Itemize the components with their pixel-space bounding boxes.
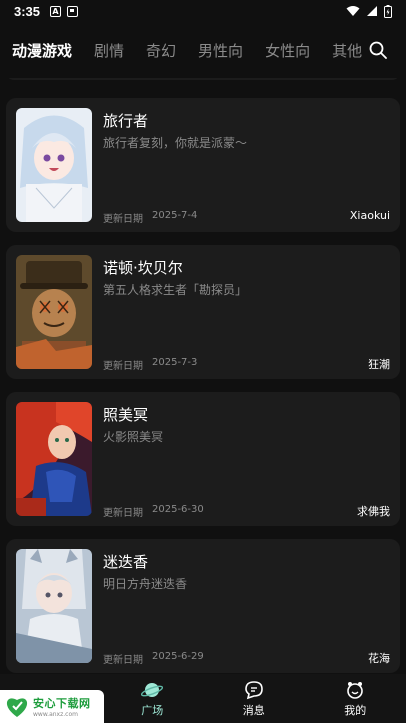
card-author: 狂潮 — [368, 358, 390, 371]
notification-box-icon — [67, 5, 79, 17]
card-title: 迷迭香 — [103, 553, 149, 571]
tab-anime-games[interactable]: 动漫游戏 — [12, 40, 72, 61]
card-author: 花海 — [368, 652, 390, 665]
card-date-label: 更新日期 — [103, 361, 143, 372]
planet-icon — [141, 682, 164, 697]
character-cover-image — [16, 255, 92, 369]
card-date-label: 更新日期 — [103, 508, 143, 519]
tab-story[interactable]: 剧情 — [94, 40, 124, 61]
card-author: 求佛我 — [357, 505, 390, 518]
wifi-icon — [346, 6, 360, 16]
character-list[interactable]: 旅行者 旅行者复刻，你就是派蒙～ 更新日期 2025-7-4 Xiaokui 诺… — [0, 78, 406, 674]
card-date: 2025-6-30 — [152, 504, 204, 515]
card-date-label: 更新日期 — [103, 214, 143, 225]
card-description: 明日方舟迷迭香 — [103, 577, 188, 591]
character-cover-image — [16, 402, 92, 516]
card-author: Xiaokui — [349, 209, 390, 222]
card-title: 旅行者 — [103, 112, 149, 130]
card-date: 2025-7-4 — [152, 210, 198, 221]
card-description: 旅行者复刻，你就是派蒙～ — [103, 136, 248, 150]
battery-icon — [384, 4, 392, 18]
search-icon[interactable] — [368, 40, 388, 60]
category-tabs: 动漫游戏 剧情 奇幻 男性向 女性向 其他 — [0, 28, 406, 72]
status-bar: 3:35 A — [0, 0, 406, 22]
card-date: 2025-7-3 — [152, 357, 198, 368]
card-date: 2025-6-29 — [152, 651, 204, 662]
signal-icon — [367, 6, 377, 16]
bottom-nav-label: 消息 — [242, 703, 265, 717]
tab-other[interactable]: 其他 — [332, 40, 362, 61]
watermark-text: 安心下载网 www.anxz.com — [33, 695, 91, 718]
character-card[interactable]: 照美冥 火影照美冥 更新日期 2025-6-30 求佛我 — [6, 392, 400, 526]
bottom-nav-label: 我的 — [344, 703, 367, 717]
character-card[interactable]: 迷迭香 明日方舟迷迭香 更新日期 2025-6-29 花海 — [6, 539, 400, 673]
notification-a-icon: A — [50, 5, 62, 17]
bottom-nav-plaza[interactable]: 广场 — [102, 674, 204, 723]
character-card[interactable]: 旅行者 旅行者复刻，你就是派蒙～ 更新日期 2025-7-4 Xiaokui — [6, 98, 400, 232]
card-description: 第五人格求生者「勘探员」 — [103, 283, 248, 297]
previous-card-edge — [6, 78, 400, 80]
card-description: 火影照美冥 — [103, 430, 164, 444]
bottom-nav-profile[interactable]: 我的 — [305, 674, 406, 723]
chat-icon — [244, 680, 263, 699]
character-cover-image — [16, 108, 92, 222]
character-cover-image — [16, 549, 92, 663]
watermark-title: 安心下载网 — [33, 697, 91, 710]
status-right — [346, 4, 392, 18]
card-title: 诺顿·坎贝尔 — [103, 259, 183, 277]
card-date-label: 更新日期 — [103, 655, 143, 666]
tab-female-oriented[interactable]: 女性向 — [265, 40, 310, 61]
bottom-nav-label: 广场 — [141, 703, 164, 717]
tab-fantasy[interactable]: 奇幻 — [146, 40, 176, 61]
bottom-nav-messages[interactable]: 消息 — [203, 674, 305, 723]
character-card[interactable]: 诺顿·坎贝尔 第五人格求生者「勘探员」 更新日期 2025-7-3 狂潮 — [6, 245, 400, 379]
card-title: 照美冥 — [103, 406, 149, 424]
site-watermark: 安心下载网 www.anxz.com — [0, 690, 104, 723]
profile-icon — [347, 681, 364, 699]
status-time: 3:35 — [14, 3, 41, 19]
watermark-url: www.anxz.com — [33, 711, 78, 718]
tab-male-oriented[interactable]: 男性向 — [198, 40, 243, 61]
watermark-logo-icon — [6, 697, 28, 717]
